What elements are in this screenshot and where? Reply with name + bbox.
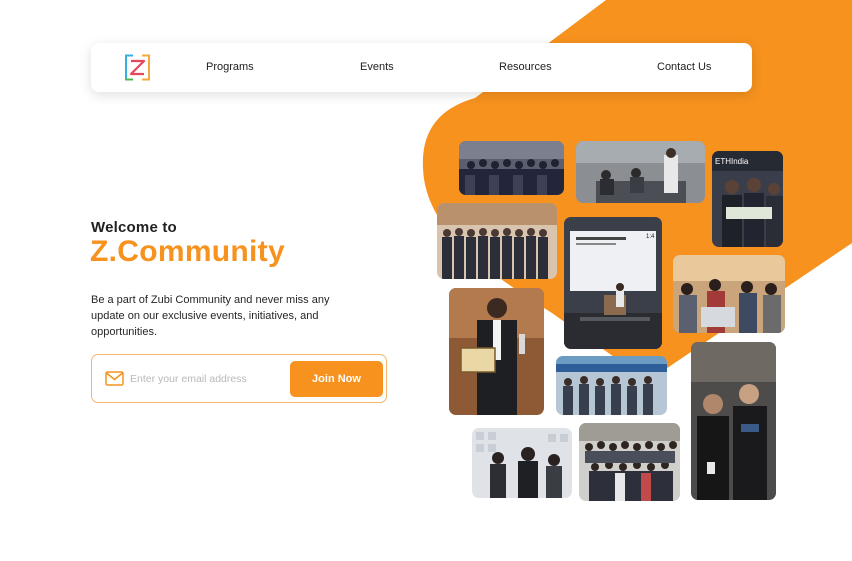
outdoor-event-photo: [556, 356, 667, 415]
z-logo-icon[interactable]: [124, 54, 151, 81]
hero-description: Be a part of Zubi Community and never mi…: [91, 294, 330, 338]
event-sign-text: ETHIndia: [715, 157, 749, 166]
join-now-button[interactable]: Join Now: [290, 361, 383, 397]
mail-icon: [105, 371, 124, 386]
welcome-heading: Welcome to: [91, 219, 177, 236]
email-input[interactable]: [130, 367, 280, 391]
award-photo: [449, 288, 544, 415]
team-photo: [437, 203, 557, 279]
coding-session-photo: [673, 255, 785, 333]
nav-events[interactable]: Events: [360, 43, 394, 92]
crowd-photo: [579, 423, 680, 501]
presentation-photo: 1:4: [564, 217, 662, 349]
nav-contact-us[interactable]: Contact Us: [657, 43, 711, 92]
booth-photo: [472, 428, 572, 498]
workshop-photo: [576, 141, 705, 203]
hackathon-photo: ETHIndia: [712, 151, 783, 247]
newsletter-form: Join Now: [91, 354, 387, 403]
duo-photo: [691, 342, 776, 500]
navbar: Programs Events Resources Contact Us: [91, 43, 752, 92]
nav-programs[interactable]: Programs: [206, 43, 254, 92]
nav-resources[interactable]: Resources: [499, 43, 552, 92]
brand-title: Z.Community: [90, 235, 285, 268]
slide-number-text: 1:4: [646, 234, 655, 240]
group-photo: [459, 141, 564, 195]
